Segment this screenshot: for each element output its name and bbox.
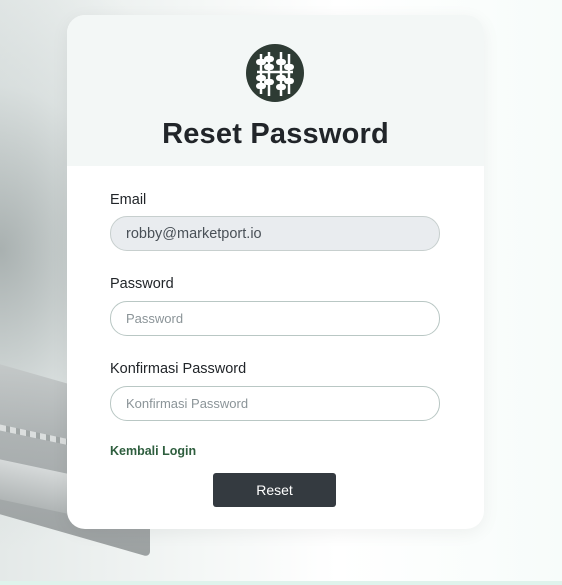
password-field-wrapper (110, 301, 440, 336)
email-field[interactable] (111, 217, 439, 250)
bottom-strip (0, 581, 562, 585)
confirm-password-label: Konfirmasi Password (110, 361, 247, 377)
page-title: Reset Password (162, 118, 389, 150)
reset-password-card: Reset Password Email Password Konfirmasi… (67, 15, 484, 529)
reset-button[interactable]: Reset (213, 473, 336, 507)
confirm-password-field-wrapper (110, 386, 440, 421)
password-label: Password (110, 276, 174, 292)
password-field[interactable] (111, 302, 439, 335)
abacus-icon (246, 44, 304, 102)
back-to-login-link[interactable]: Kembali Login (110, 444, 196, 458)
email-field-wrapper (110, 216, 440, 251)
email-label: Email (110, 192, 147, 208)
confirm-password-field[interactable] (111, 387, 439, 420)
card-header: Reset Password (67, 15, 484, 166)
